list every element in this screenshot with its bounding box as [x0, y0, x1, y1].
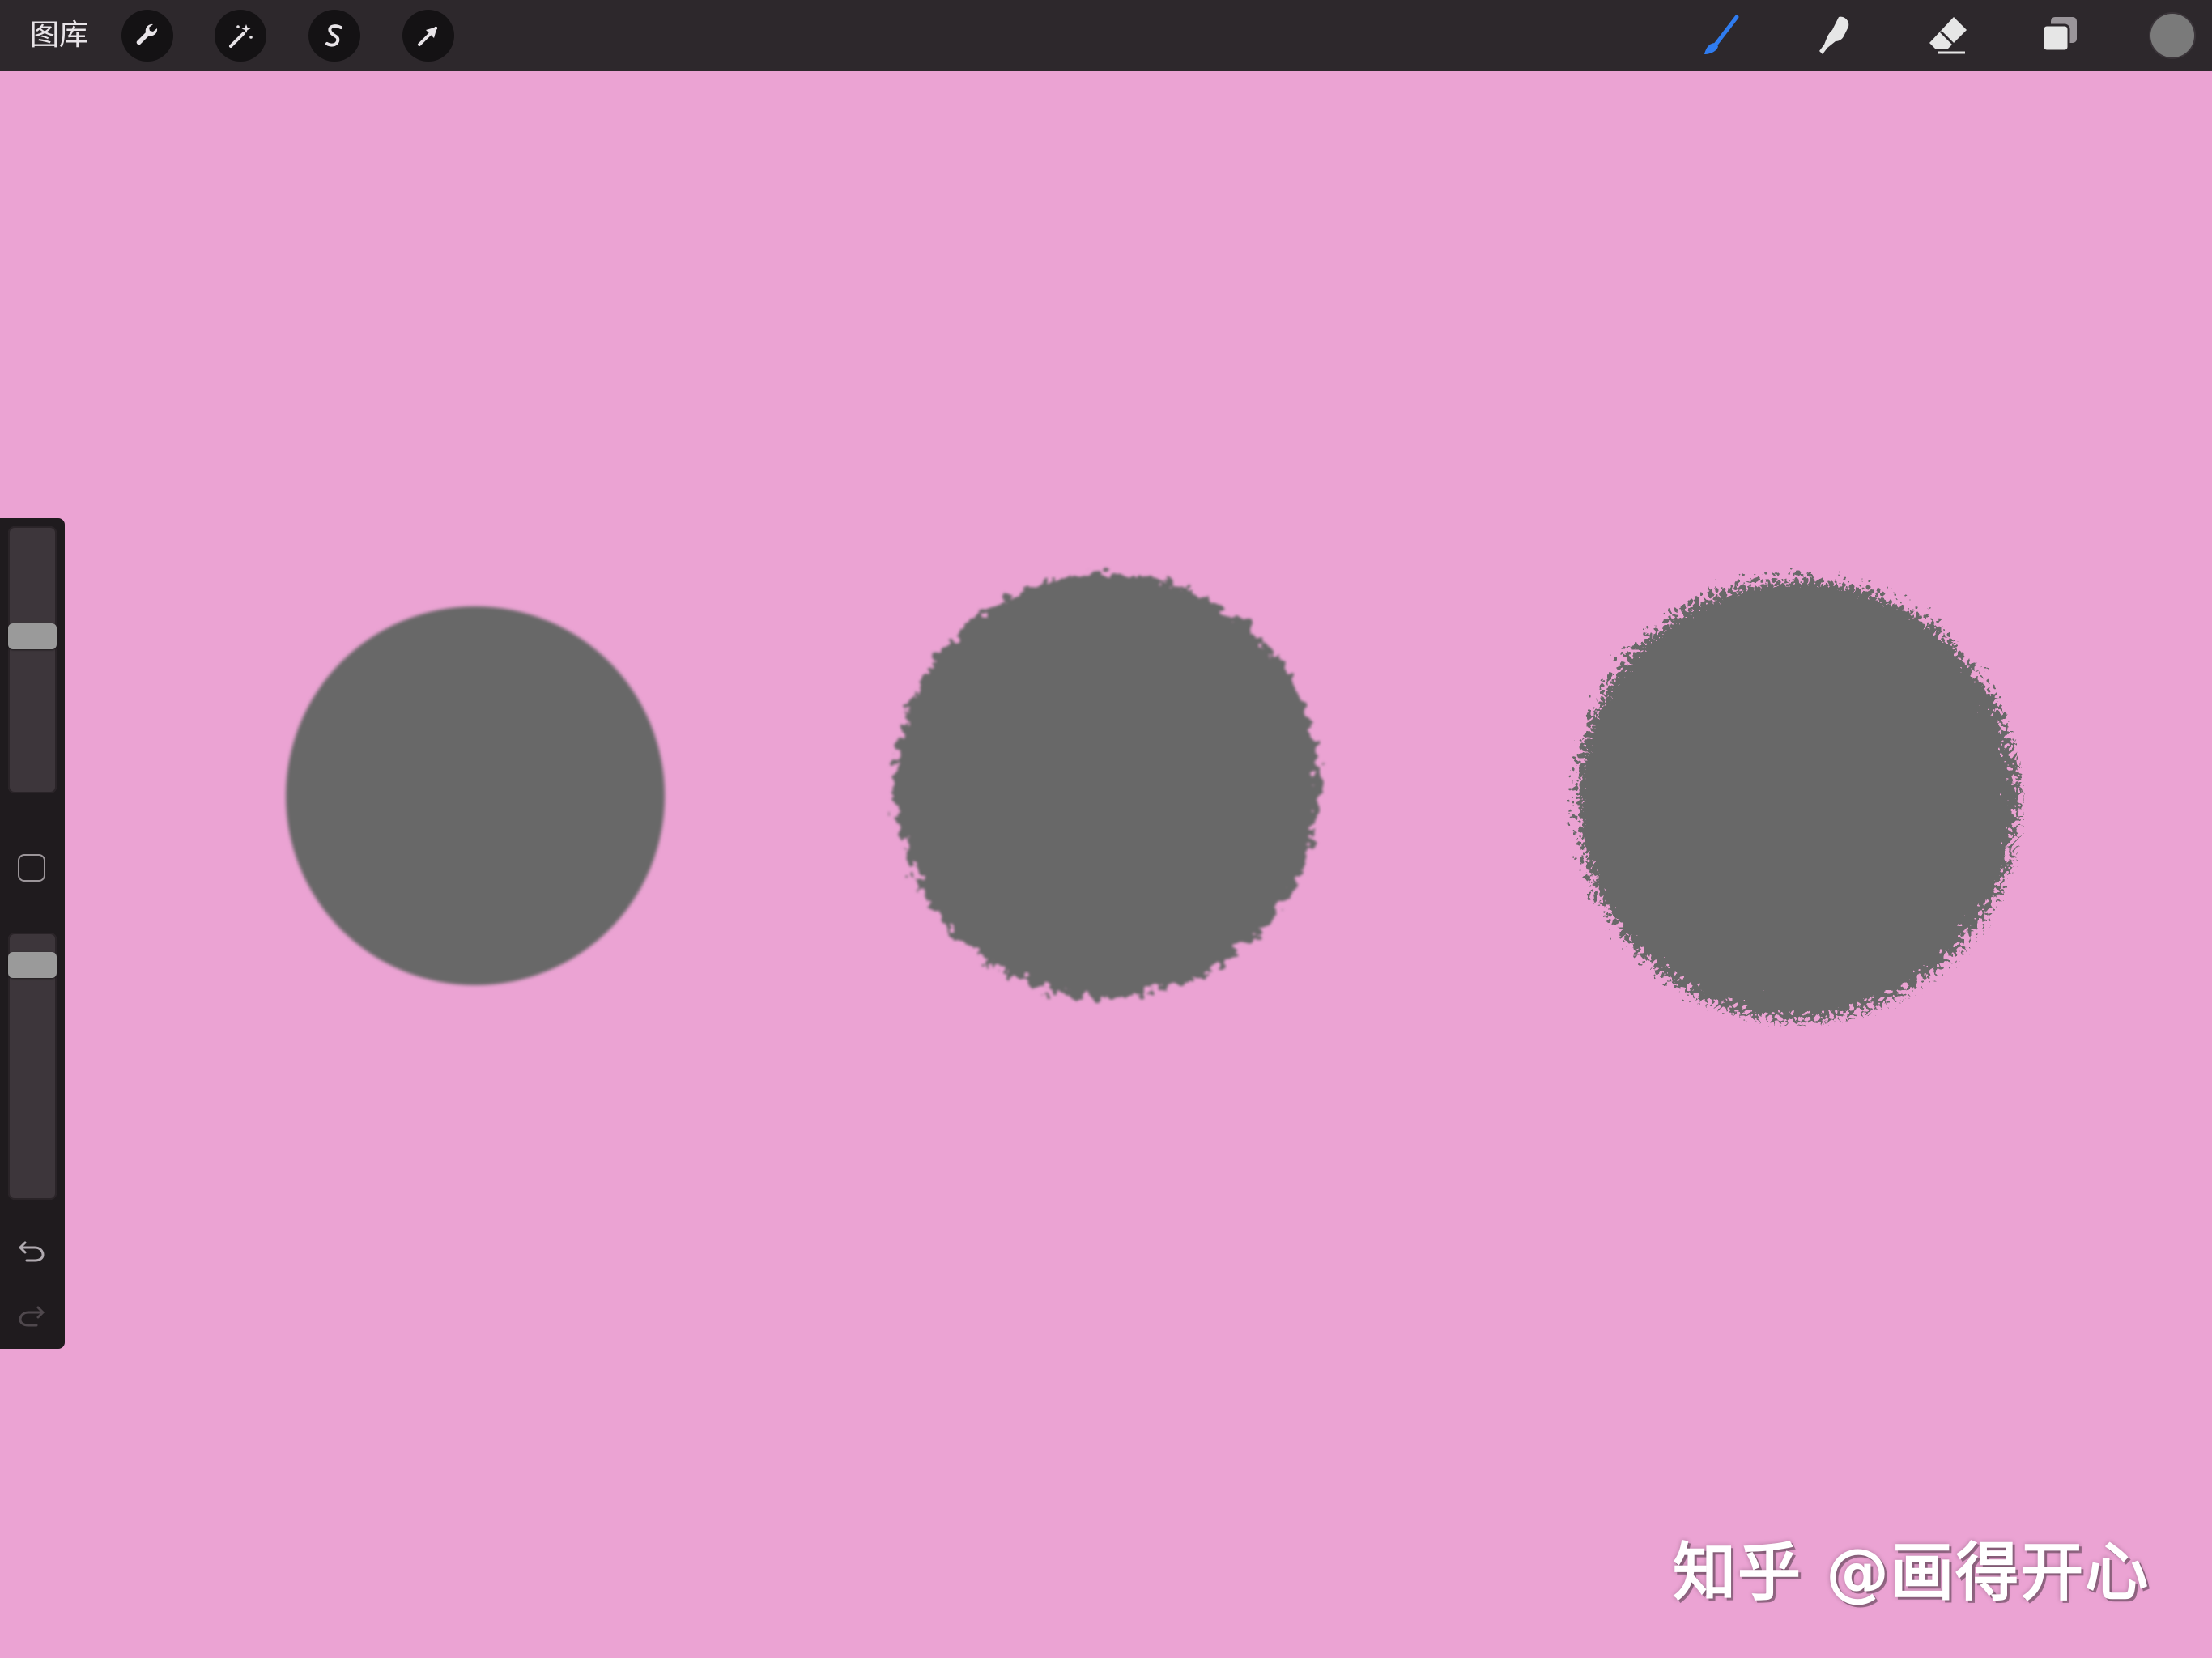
layers-tool[interactable]	[2035, 11, 2084, 60]
color-picker-button[interactable]	[2150, 14, 2194, 57]
opacity-slider[interactable]	[8, 933, 57, 1200]
top-toolbar: 图库	[0, 0, 2212, 71]
transform-button[interactable]	[402, 10, 454, 62]
selection-s-icon	[325, 24, 342, 47]
redo-icon	[19, 1306, 45, 1327]
opacity-handle[interactable]	[8, 952, 57, 979]
modify-button[interactable]	[18, 854, 45, 882]
selection-button[interactable]	[308, 10, 360, 62]
undo-button[interactable]	[13, 1231, 50, 1268]
eraser-tool[interactable]	[1924, 11, 1972, 60]
layers-icon	[2041, 17, 2077, 53]
undo-icon	[18, 1241, 45, 1262]
drawing-canvas[interactable]	[0, 71, 2212, 1658]
actions-button[interactable]	[121, 10, 173, 62]
canvas-artwork	[286, 570, 2008, 1010]
brush-tool[interactable]	[1697, 11, 1746, 60]
watermark-text: 知乎 @画得开心	[1673, 1537, 2150, 1609]
stroke-rough-circle	[1568, 570, 2008, 1010]
brush-size-handle[interactable]	[8, 623, 57, 649]
redo-button[interactable]	[13, 1295, 50, 1333]
smudge-tool[interactable]	[1810, 11, 1859, 60]
wrench-icon	[136, 23, 158, 45]
smudge-icon	[1819, 16, 1849, 54]
adjustments-button[interactable]	[215, 10, 266, 62]
stroke-soft-circle	[286, 606, 665, 985]
eraser-icon	[1929, 17, 1967, 54]
brush-icon	[1704, 15, 1739, 54]
left-sidebar	[0, 518, 65, 1349]
stroke-fuzzy-circle	[895, 573, 1319, 997]
gallery-button[interactable]: 图库	[30, 17, 88, 54]
transform-arrow-icon	[418, 27, 437, 46]
magic-wand-icon	[229, 24, 253, 48]
brush-size-slider[interactable]	[8, 526, 57, 793]
